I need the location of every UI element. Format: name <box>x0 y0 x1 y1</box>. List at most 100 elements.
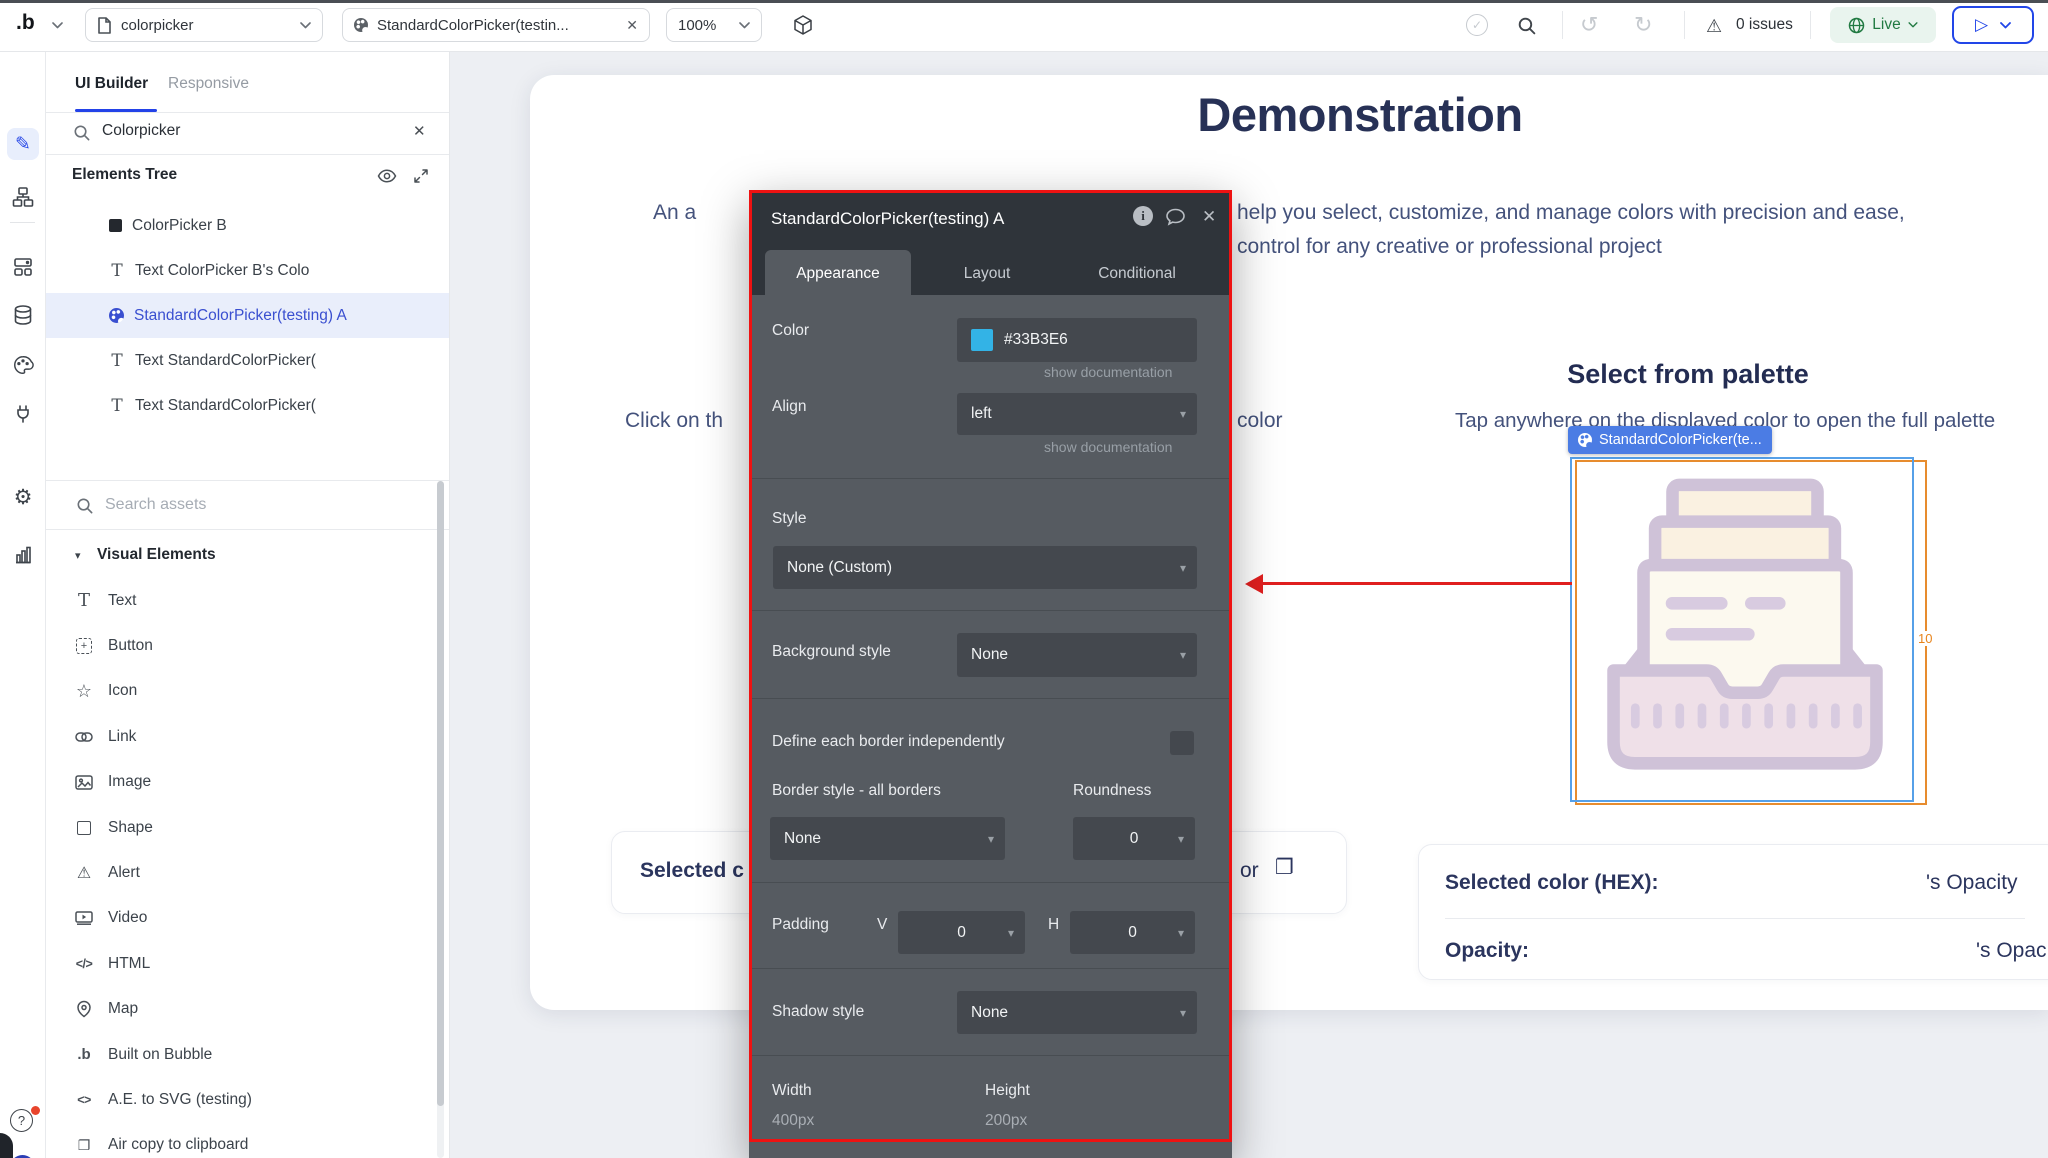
chevron-down-icon <box>1908 22 1918 28</box>
search-icon[interactable] <box>1516 15 1537 36</box>
data-tab-database-icon[interactable] <box>7 299 39 331</box>
palette-item-text[interactable]: T Text <box>45 578 437 623</box>
tree-item-standardcolorpicker-selected[interactable]: StandardColorPicker(testing) A <box>45 293 449 338</box>
tree-item-text-standardcolorpicker-2[interactable]: T Text StandardColorPicker( <box>45 383 449 428</box>
tree-item-text-standardcolorpicker-1[interactable]: T Text StandardColorPicker( <box>45 338 449 383</box>
palette-item-link[interactable]: Link <box>45 714 437 759</box>
app-selector-dropdown[interactable]: colorpicker <box>85 8 323 42</box>
roundness-dropdown[interactable]: 0 ▾ <box>1073 817 1195 860</box>
components-tab-icon[interactable] <box>7 251 39 283</box>
tree-item-text-colorpicker[interactable]: T Text ColorPicker B's Colo <box>45 248 449 293</box>
intro-text-line2[interactable]: control for any creative or professional… <box>1237 235 1662 259</box>
tab-responsive[interactable]: Responsive <box>168 75 249 93</box>
demo-title[interactable]: Demonstration <box>1060 87 1660 142</box>
visual-elements-header[interactable]: Visual Elements <box>97 546 216 564</box>
border-independent-checkbox[interactable] <box>1170 731 1194 755</box>
tab-ui-builder[interactable]: UI Builder <box>75 75 148 93</box>
comment-icon[interactable] <box>1165 208 1186 226</box>
component-cube-icon[interactable] <box>792 14 814 36</box>
issues-count[interactable]: 0 issues <box>1736 16 1793 34</box>
palette-item-button[interactable]: + Button <box>45 623 437 668</box>
dropdown-arrow-icon: ▾ <box>1178 832 1184 846</box>
text-element-icon: T <box>109 261 125 281</box>
align-dropdown[interactable]: left ▾ <box>957 393 1197 435</box>
undo-icon[interactable]: ↺ <box>1580 13 1598 37</box>
left-demo-caption-fragment-right[interactable]: color <box>1237 409 1283 433</box>
clear-search-icon[interactable]: ✕ <box>413 122 426 140</box>
help-button[interactable]: ? <box>10 1109 33 1132</box>
plugins-tab-plug-icon[interactable] <box>7 398 39 430</box>
info-icon[interactable]: i <box>1133 206 1153 226</box>
background-style-value: None <box>971 646 1008 664</box>
close-tab-icon[interactable]: ✕ <box>626 17 638 34</box>
alert-icon: ⚠ <box>73 863 95 883</box>
design-canvas[interactable]: Demonstration An a help you select, cust… <box>450 51 2048 1158</box>
dropdown-arrow-icon: ▾ <box>1180 561 1186 575</box>
style-dropdown[interactable]: None (Custom) ▾ <box>773 546 1197 589</box>
element-selection-badge[interactable]: StandardColorPicker(te... <box>1568 426 1772 454</box>
panel-scrollbar-thumb[interactable] <box>437 481 444 1106</box>
logo-menu-chevron-icon[interactable] <box>52 22 63 29</box>
tab-layout[interactable]: Layout <box>942 250 1032 298</box>
palette-item-built-on-bubble[interactable]: .b Built on Bubble <box>45 1032 437 1077</box>
copy-icon: ❐ <box>73 1137 95 1154</box>
search-assets-input[interactable] <box>103 495 407 515</box>
panel-divider <box>45 154 449 155</box>
visibility-eye-icon[interactable] <box>377 169 397 183</box>
palette-item-alert[interactable]: ⚠ Alert <box>45 850 437 895</box>
palette-item-air-copy[interactable]: ❐ Air copy to clipboard <box>45 1123 437 1158</box>
selected-color-card-right[interactable]: Selected color (HEX): 's Opacity Opacity… <box>1418 844 2048 980</box>
logs-tab-chart-icon[interactable] <box>7 539 39 571</box>
globe-icon <box>1848 17 1865 34</box>
elements-tree-header: Elements Tree <box>72 166 177 184</box>
palette-item-html[interactable]: </> HTML <box>45 941 437 986</box>
close-icon[interactable]: ✕ <box>1202 207 1216 227</box>
width-value: 400px <box>772 1112 814 1130</box>
border-style-dropdown[interactable]: None ▾ <box>770 817 1005 860</box>
palette-item-ae-to-svg[interactable]: <> A.E. to SVG (testing) <box>45 1077 437 1122</box>
background-style-dropdown[interactable]: None ▾ <box>957 633 1197 677</box>
show-documentation-link[interactable]: show documentation <box>1044 364 1172 380</box>
open-document-tab[interactable]: StandardColorPicker(testin... ✕ <box>342 8 650 42</box>
environment-selector[interactable]: Live <box>1830 7 1936 43</box>
search-icon <box>72 123 91 142</box>
chevron-down-icon <box>300 22 311 29</box>
preview-run-button[interactable]: ▷ <box>1952 6 2034 44</box>
settings-tab-gear-icon[interactable]: ⚙ <box>7 481 39 513</box>
tab-conditional[interactable]: Conditional <box>1082 250 1192 298</box>
palette-item-shape[interactable]: Shape <box>45 805 437 850</box>
bubble-logo[interactable]: .b <box>16 11 35 35</box>
left-demo-caption-fragment[interactable]: Click on th <box>625 409 723 433</box>
shadow-style-dropdown[interactable]: None ▾ <box>957 991 1197 1034</box>
element-size-tick: 10 <box>1916 631 1934 646</box>
opacity-value-fragment: 's Opac <box>1976 939 2047 963</box>
palette-item-image[interactable]: Image <box>45 760 437 805</box>
redo-icon[interactable]: ↻ <box>1634 13 1652 37</box>
tree-item-colorpicker-b[interactable]: ColorPicker B <box>45 203 449 248</box>
selected-color-label-fragment: Selected c <box>640 859 744 883</box>
tab-appearance[interactable]: Appearance <box>765 250 911 298</box>
show-documentation-link[interactable]: show documentation <box>1044 439 1172 455</box>
palette-item-icon[interactable]: ☆ Icon <box>45 669 437 714</box>
styles-tab-palette-icon[interactable] <box>7 349 39 381</box>
palette-section-title[interactable]: Select from palette <box>1558 359 1818 390</box>
padding-h-dropdown[interactable]: 0 ▾ <box>1070 911 1195 954</box>
height-value: 200px <box>985 1112 1027 1130</box>
color-input[interactable]: #33B3E6 <box>957 318 1197 362</box>
padding-v-dropdown[interactable]: 0 ▾ <box>898 911 1025 954</box>
design-tab-pencil-icon[interactable]: ✎ <box>7 128 39 160</box>
element-search-input[interactable] <box>100 121 394 141</box>
text-element-icon: T <box>109 396 125 416</box>
palette-item-video[interactable]: Video <box>45 896 437 941</box>
intro-text-fragment[interactable]: An a <box>653 201 696 225</box>
colorpicker-element-preview-image[interactable] <box>1600 471 1890 783</box>
section-divider <box>752 698 1229 699</box>
copy-icon[interactable]: ❐ <box>1275 855 1294 880</box>
intro-text-line1[interactable]: help you select, customize, and manage c… <box>1237 201 1905 225</box>
palette-item-map[interactable]: Map <box>45 987 437 1032</box>
expand-tree-icon[interactable] <box>413 168 429 184</box>
workflow-tab-icon[interactable] <box>7 181 39 213</box>
zoom-level-dropdown[interactable]: 100% <box>666 8 762 42</box>
border-independent-label: Define each border independently <box>772 733 1005 751</box>
collapse-caret-icon[interactable]: ▾ <box>75 549 81 562</box>
